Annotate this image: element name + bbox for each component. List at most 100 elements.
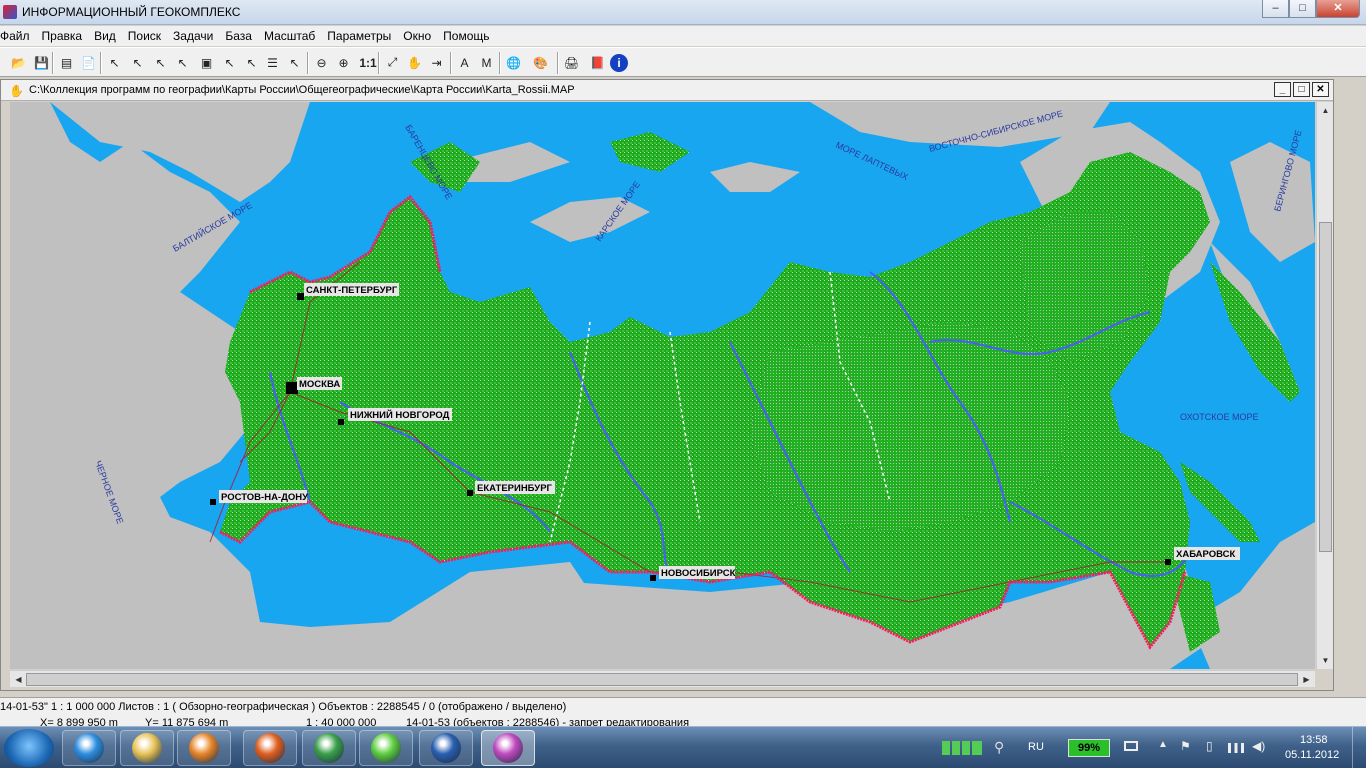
- scroll-up-icon[interactable]: ▲: [1318, 103, 1333, 118]
- text-label-icon[interactable]: A: [454, 52, 475, 73]
- battery-indicator[interactable]: 99%: [1068, 739, 1110, 757]
- city-marker-novosibirsk[interactable]: [650, 575, 656, 581]
- city-label-saint-petersburg: САНКТ-ПЕТЕРБУРГ: [306, 285, 398, 296]
- usb-device-icon[interactable]: ▯: [1206, 739, 1213, 753]
- city-label-novosibirsk: НОВОСИБИРСК: [661, 568, 736, 579]
- palette-icon[interactable]: 🎨: [530, 52, 551, 73]
- frame-select-icon[interactable]: ▣: [196, 52, 217, 73]
- vertical-scroll-thumb[interactable]: [1319, 222, 1332, 552]
- map-svg[interactable]: САНКТ-ПЕТЕРБУРГ МОСКВА НИЖНИЙ НОВГОРОД Р…: [10, 102, 1315, 669]
- network-bars-icon[interactable]: [1228, 743, 1244, 753]
- map-close-button[interactable]: ✕: [1312, 82, 1329, 97]
- map-file-path: C:\Коллекция программ по географии\Карты…: [29, 84, 575, 96]
- clear-select-icon[interactable]: ↖: [284, 52, 305, 73]
- city-marker-nizhny-novgorod[interactable]: [338, 419, 344, 425]
- city-label-yekaterinburg: ЕКАТЕРИНБУРГ: [477, 483, 553, 494]
- media-player-icon: [189, 733, 219, 763]
- firefox-icon: [255, 733, 285, 763]
- sea-label-laptev: МОРЕ ЛАПТЕВЫХ: [834, 140, 910, 182]
- wifi-icon[interactable]: ⚲: [994, 739, 1004, 756]
- book-icon[interactable]: 📕: [587, 52, 608, 73]
- list-icon[interactable]: ☰: [262, 52, 283, 73]
- city-label-khabarovsk: ХАБАРОВСК: [1176, 549, 1235, 560]
- toolbar-separator: [307, 52, 309, 74]
- vertical-scrollbar[interactable]: ▲ ▼: [1316, 102, 1333, 669]
- file-explorer-icon: [132, 733, 162, 763]
- taskbar-button-media-player[interactable]: [177, 730, 231, 766]
- city-marker-moscow[interactable]: [286, 382, 298, 394]
- show-desktop-button[interactable]: [1352, 727, 1366, 768]
- action-center-flag-icon[interactable]: ⚑: [1180, 739, 1191, 753]
- open-icon[interactable]: 📂: [8, 52, 29, 73]
- volume-icon[interactable]: ◀): [1252, 739, 1265, 753]
- city-marker-khabarovsk[interactable]: [1165, 559, 1171, 565]
- menu-tasks[interactable]: Задачи: [167, 26, 219, 46]
- menu-window[interactable]: Окно: [397, 26, 437, 46]
- close-button[interactable]: ✕: [1316, 0, 1360, 18]
- globe-icon[interactable]: 🌐: [503, 52, 524, 73]
- scroll-left-icon[interactable]: ◀: [11, 672, 26, 687]
- language-indicator[interactable]: RU: [1028, 741, 1044, 753]
- menu-edit[interactable]: Правка: [36, 26, 89, 46]
- horizontal-scroll-thumb[interactable]: [26, 673, 1298, 686]
- info-icon[interactable]: i: [610, 54, 628, 72]
- map-canvas[interactable]: САНКТ-ПЕТЕРБУРГ МОСКВА НИЖНИЙ НОВГОРОД Р…: [10, 102, 1315, 669]
- taskbar-button-file-explorer[interactable]: [120, 730, 174, 766]
- map-window: ✋ C:\Коллекция программ по географии\Кар…: [0, 79, 1334, 691]
- menu-database[interactable]: База: [219, 26, 258, 46]
- pointer-query-icon[interactable]: ↖: [241, 52, 262, 73]
- taskbar-button-internet-explorer[interactable]: [62, 730, 116, 766]
- city-marker-rostov[interactable]: [210, 499, 216, 505]
- hand-icon: ✋: [9, 84, 24, 98]
- taskbar-button-firefox[interactable]: [243, 730, 297, 766]
- pan-hand-icon[interactable]: ✋: [404, 52, 425, 73]
- print-icon[interactable]: 🖨: [561, 52, 582, 73]
- move-icon[interactable]: ⇥: [426, 52, 447, 73]
- select-object-icon[interactable]: ↖: [104, 52, 125, 73]
- select-multi-icon[interactable]: ↖: [150, 52, 171, 73]
- taskbar-button-geocomplex[interactable]: [481, 730, 535, 766]
- scroll-down-icon[interactable]: ▼: [1318, 653, 1333, 668]
- menu-help[interactable]: Помощь: [437, 26, 495, 46]
- select-area-icon[interactable]: ↖: [127, 52, 148, 73]
- taskbar-button-word[interactable]: [419, 730, 473, 766]
- save-icon[interactable]: 💾: [31, 52, 52, 73]
- battery-icon[interactable]: [1124, 741, 1138, 751]
- clock-date[interactable]: 05.11.2012: [1285, 749, 1339, 761]
- map-minimize-button[interactable]: _: [1274, 82, 1291, 97]
- fit-icon[interactable]: ⤢: [382, 52, 403, 73]
- document-icon[interactable]: 📄: [78, 52, 99, 73]
- sea-label-okhotsk: ОХОТСКОЕ МОРЕ: [1180, 412, 1258, 422]
- map-maximize-button[interactable]: □: [1293, 82, 1310, 97]
- pointer-select-icon[interactable]: ↖: [219, 52, 240, 73]
- clock-time[interactable]: 13:58: [1300, 734, 1328, 746]
- menu-scale[interactable]: Масштаб: [258, 26, 321, 46]
- taskbar-button-chrome[interactable]: [302, 730, 356, 766]
- network-signal-icon[interactable]: [942, 741, 982, 755]
- menu-parameters[interactable]: Параметры: [321, 26, 397, 46]
- layers-icon[interactable]: ▤: [56, 52, 77, 73]
- maximize-button[interactable]: □: [1289, 0, 1316, 18]
- toolbar-separator: [450, 52, 452, 74]
- label-mode-icon[interactable]: M: [476, 52, 497, 73]
- taskbar-button-icq[interactable]: [359, 730, 413, 766]
- scroll-right-icon[interactable]: ▶: [1299, 672, 1314, 687]
- menu-view[interactable]: Вид: [88, 26, 122, 46]
- geocomplex-icon: [493, 733, 523, 763]
- map-window-title-bar: ✋ C:\Коллекция программ по географии\Кар…: [1, 80, 1333, 101]
- window-controls: ‒ □ ✕: [1262, 0, 1360, 18]
- zoom-out-icon[interactable]: ⊖: [311, 52, 332, 73]
- horizontal-scrollbar[interactable]: ◀ ▶: [10, 670, 1315, 687]
- toolbar-separator: [378, 52, 380, 74]
- city-label-nizhny-novgorod: НИЖНИЙ НОВГОРОД: [350, 409, 450, 421]
- menu-file[interactable]: Файл: [0, 26, 36, 46]
- minimize-button[interactable]: ‒: [1262, 0, 1289, 18]
- menu-search[interactable]: Поиск: [122, 26, 167, 46]
- select-all-icon[interactable]: ↖: [172, 52, 193, 73]
- show-hidden-icons-icon[interactable]: ▲: [1158, 739, 1168, 750]
- city-marker-saint-petersburg[interactable]: [297, 293, 304, 300]
- zoom-in-icon[interactable]: ⊕: [333, 52, 354, 73]
- start-button[interactable]: [4, 729, 54, 767]
- city-marker-yekaterinburg[interactable]: [467, 490, 473, 496]
- taskbar: ⚲ RU 99% ▲ ⚑ ▯ ◀) 13:58 05.11.2012: [0, 726, 1366, 768]
